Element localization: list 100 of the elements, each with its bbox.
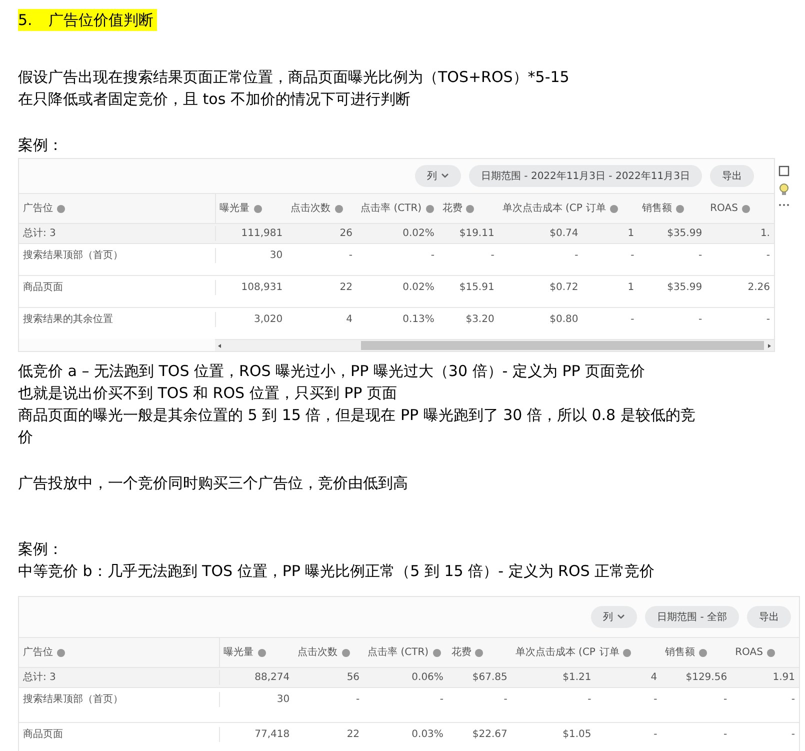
column-header[interactable]: 单次点击成本 (CP	[502, 201, 582, 216]
table-cell: -	[348, 250, 353, 261]
column-header[interactable]: 曝光量	[224, 645, 254, 660]
table-cell: 26	[340, 228, 353, 239]
table-cell: $0.74	[550, 228, 578, 239]
table-cell: 108,931	[241, 282, 283, 293]
table-cell: 88,274	[254, 672, 290, 683]
column-header[interactable]: 花费	[442, 201, 462, 216]
table-cell: -	[698, 314, 702, 325]
paragraph-text: 低竞价 a – 无法跑到 TOS 位置，ROS 曝光过小，PP 曝光过大（30 倍）- 定义为 PP 页面竞价	[18, 361, 646, 382]
table-cell: 1	[628, 228, 634, 239]
table-cell: 22	[346, 729, 360, 740]
table-cell: 1	[628, 282, 634, 293]
table-cell: -	[766, 314, 770, 325]
column-header[interactable]: 点击次数	[290, 201, 331, 216]
column-header[interactable]: ROAS	[710, 201, 738, 216]
table-cell: 4	[346, 314, 353, 325]
toolbar-button[interactable]: 导出	[747, 606, 791, 628]
table-cell: 30	[270, 250, 283, 261]
table-cell: -	[723, 729, 728, 740]
table-cell: 0.13%	[402, 314, 434, 325]
table-cell: $3.20	[466, 314, 494, 325]
toolbar-button[interactable]: 导出	[710, 165, 754, 187]
table-cell: 0.02%	[402, 228, 434, 239]
table-cell: 4	[650, 672, 658, 683]
table-cell: $22.67	[472, 729, 508, 740]
table-cell: -	[766, 250, 770, 261]
column-header[interactable]: 销售额	[642, 201, 672, 216]
table-cell: 1.91	[772, 672, 795, 683]
table-cell: 22	[340, 282, 353, 293]
table-cell: -	[654, 694, 658, 705]
table-cell: 0.03%	[412, 729, 444, 740]
table-cell: -	[574, 250, 578, 261]
table-cell: 商品页面	[23, 282, 63, 293]
more-icon[interactable]	[778, 203, 790, 207]
toolbar-button[interactable]: 日期范围 - 2022年11月3日 - 2022年11月3日	[468, 165, 702, 187]
columns-dropdown[interactable]: 列	[414, 165, 461, 187]
table-cell: 1.	[760, 228, 770, 239]
table-cell: $1.05	[562, 729, 592, 740]
table-cell: -	[630, 250, 634, 261]
column-header[interactable]: 广告位	[23, 201, 53, 216]
column-header[interactable]: 点击次数	[298, 645, 338, 660]
table-cell: 77,418	[254, 729, 290, 740]
table-cell: $19.11	[459, 228, 494, 239]
table-cell: -	[440, 694, 444, 705]
table-cell: -	[791, 729, 795, 740]
table-cell: $1.21	[562, 672, 592, 683]
paragraph-text: 在只降低或者固定竞价，且 tos 不加价的情况下可进行判断	[18, 89, 412, 110]
table-cell: -	[504, 694, 508, 705]
table-cell: 搜索结果的其余位置	[23, 314, 113, 325]
column-header[interactable]: 订单	[599, 645, 620, 660]
table-cell: $35.99	[667, 282, 702, 293]
toolbar-button[interactable]: 日期范围 - 全部	[645, 606, 739, 628]
table-cell: -	[630, 314, 634, 325]
column-header[interactable]: 曝光量	[220, 201, 250, 216]
lightbulb-icon[interactable]	[778, 183, 790, 197]
column-header[interactable]: ROAS	[735, 645, 763, 660]
table-cell: $35.99	[667, 228, 702, 239]
horizontal-scrollbar[interactable]	[215, 339, 774, 351]
table-cell: -	[698, 250, 702, 261]
table-cell: 2.26	[748, 282, 770, 293]
table-cell: -	[490, 250, 494, 261]
paragraph-text: 也就是说出价买不到 TOS 和 ROS 位置，只买到 PP 页面	[18, 383, 398, 404]
table-cell: 56	[346, 672, 360, 683]
paragraph-text: 中等竞价 b：几乎无法跑到 TOS 位置，PP 曝光比例正常（5 到 15 倍）- 定义为 ROS 正常竞价	[18, 561, 656, 582]
column-header[interactable]: 点击率 (CTR)	[360, 201, 422, 216]
table-cell: -	[588, 694, 592, 705]
column-header[interactable]: 单次点击成本 (CP	[515, 645, 596, 660]
column-header[interactable]: 销售额	[665, 645, 696, 660]
table-cell: 总计: 3	[23, 672, 56, 683]
table-cell: -	[654, 729, 658, 740]
column-header[interactable]: 花费	[451, 645, 472, 660]
column-header[interactable]: 广告位	[23, 645, 53, 660]
columns-dropdown[interactable]: 列	[591, 606, 638, 628]
paragraph-text: 案例：	[18, 539, 64, 560]
table-cell: 0.02%	[402, 282, 434, 293]
table-cell: 搜索结果顶部（首页）	[23, 250, 123, 261]
paragraph-text: 假设广告出现在搜索结果页面正常位置，商品页面曝光比例为（TOS+ROS）*5-15	[18, 67, 570, 88]
column-header[interactable]: 点击率 (CTR)	[368, 645, 429, 660]
table-cell: 111,981	[241, 228, 283, 239]
table-cell: 0.06%	[412, 672, 444, 683]
table-cell: -	[791, 694, 795, 705]
table-cell: 总计: 3	[23, 228, 56, 239]
square-icon[interactable]	[778, 165, 790, 177]
table-cell: $129.56	[686, 672, 728, 683]
table-cell: 30	[276, 694, 290, 705]
paragraph-text: 案例：	[18, 135, 64, 156]
table-cell: $0.80	[550, 314, 578, 325]
column-header[interactable]: 订单	[586, 201, 606, 216]
table-cell: 商品页面	[23, 729, 63, 740]
table-cell: 3,020	[254, 314, 283, 325]
table-cell: -	[356, 694, 360, 705]
table-cell: $15.91	[459, 282, 494, 293]
table-cell: -	[723, 694, 728, 705]
table-cell: -	[430, 250, 434, 261]
table-cell: $0.72	[550, 282, 578, 293]
paragraph-text: 商品页面的曝光一般是其余位置的 5 到 15 倍，但是现在 PP 曝光跑到了 30 倍，所以 0.8 是较低的竞价	[18, 405, 696, 448]
table-cell: $67.85	[472, 672, 508, 683]
table-cell: 搜索结果顶部（首页）	[23, 694, 123, 705]
section-heading: 5. 广告位价值判断	[18, 9, 158, 31]
